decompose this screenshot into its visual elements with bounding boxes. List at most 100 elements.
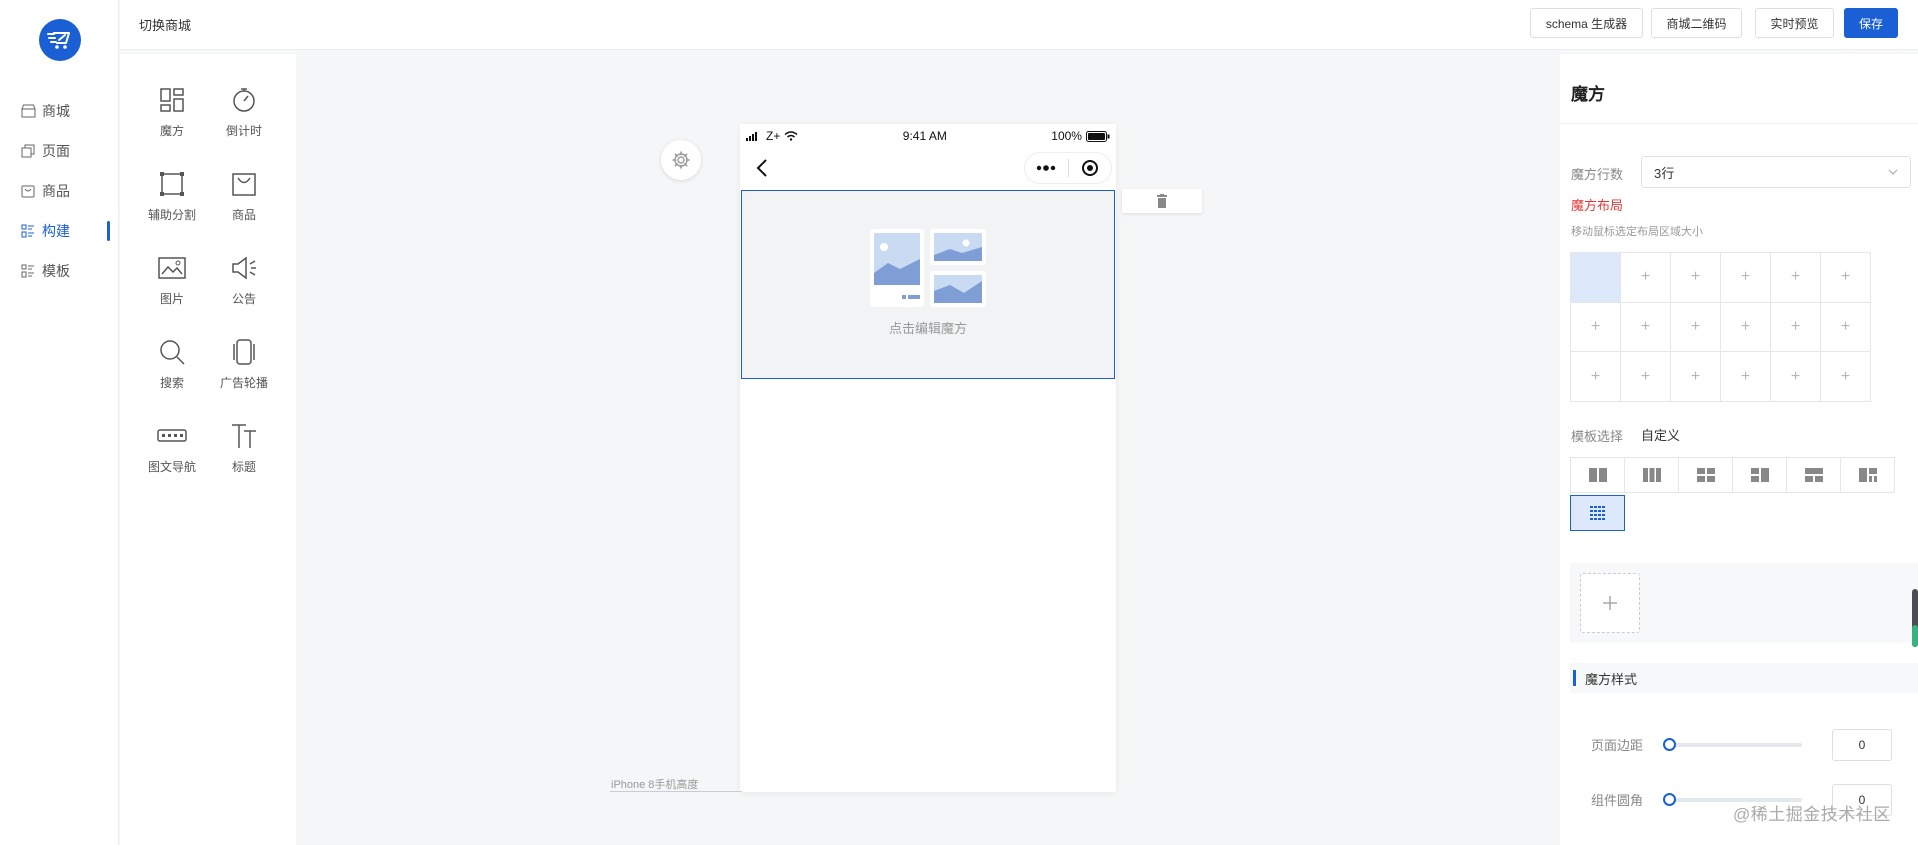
page-margin-input[interactable]: 0 — [1832, 729, 1892, 761]
switch-shop-link[interactable]: 切换商城 — [139, 15, 191, 34]
template-options — [1570, 457, 1895, 493]
schema-generator-button[interactable]: schema 生成器 — [1530, 8, 1643, 38]
cube-style-section: 魔方样式 — [1570, 663, 1918, 693]
grid-cell[interactable]: + — [1771, 253, 1821, 303]
component-label: 图片 — [159, 292, 184, 306]
record-circle-icon — [1081, 160, 1098, 176]
sidebar-item-store[interactable]: 商城 — [20, 99, 112, 123]
component-carousel[interactable]: 广告轮播 — [212, 334, 276, 404]
component-magic-cube[interactable]: 魔方 — [140, 82, 204, 152]
grid-cell-selected[interactable] — [1571, 253, 1621, 303]
template-top-one-bottom-two[interactable] — [1786, 457, 1841, 493]
mini-program-navbar — [740, 148, 1116, 188]
sidebar-item-pages[interactable]: 页面 — [20, 139, 112, 163]
panel-title: 魔方 — [1571, 85, 1605, 104]
template-custom[interactable] — [1570, 495, 1625, 531]
rows-select[interactable]: 3行 — [1641, 156, 1911, 188]
top-wide-grid-icon — [1804, 468, 1823, 482]
device-height-label: iPhone 8手机高度 — [611, 779, 699, 791]
corner-radius-slider-thumb[interactable] — [1663, 793, 1676, 806]
component-label: 标题 — [231, 460, 256, 474]
sidebar-item-templates[interactable]: 模板 — [20, 259, 112, 283]
template-three-columns[interactable] — [1624, 457, 1679, 493]
grid-cell[interactable]: + — [1721, 352, 1771, 402]
wifi-icon — [784, 131, 798, 141]
grid-cell[interactable]: + — [1771, 352, 1821, 402]
sidebar-item-label: 商城 — [42, 103, 70, 119]
rows-select-value: 3行 — [1654, 165, 1675, 181]
grid-cell[interactable]: + — [1621, 352, 1671, 402]
corner-radius-label: 组件圆角 — [1591, 793, 1644, 808]
grid-cell[interactable]: + — [1821, 352, 1871, 402]
grid-cell[interactable]: + — [1671, 253, 1721, 303]
pages-icon — [20, 143, 36, 159]
save-button[interactable]: 保存 — [1844, 8, 1898, 38]
grid-cell[interactable]: + — [1621, 253, 1671, 303]
panel-scrollbar[interactable] — [1912, 589, 1918, 647]
magic-cube-block[interactable]: 点击编辑魔方 — [741, 190, 1115, 379]
component-search[interactable]: 搜索 — [140, 334, 204, 404]
grid-cell[interactable]: + — [1821, 253, 1871, 303]
three-columns-icon — [1642, 468, 1661, 482]
more-menu-button[interactable] — [1025, 153, 1068, 183]
template-four-grid[interactable] — [1678, 457, 1733, 493]
component-label: 公告 — [231, 292, 256, 306]
component-label: 魔方 — [159, 124, 184, 138]
component-title[interactable]: 标题 — [212, 418, 276, 488]
battery-level: 100% — [1051, 129, 1082, 143]
component-countdown[interactable]: 倒计时 — [212, 82, 276, 152]
sidebar-item-goods[interactable]: 商品 — [20, 179, 112, 203]
left-sidebar: 商城 页面 商品 构建 模板 — [0, 0, 119, 845]
status-time: 9:41 AM — [902, 129, 947, 143]
magic-cube-placeholder-icon — [870, 229, 986, 307]
image-icon — [156, 252, 188, 284]
component-goods[interactable]: 商品 — [212, 166, 276, 236]
signal-icon — [746, 131, 757, 141]
build-icon — [20, 223, 36, 239]
search-icon — [156, 336, 188, 368]
component-notice[interactable]: 公告 — [212, 250, 276, 320]
component-image-nav[interactable]: 图文导航 — [140, 418, 204, 488]
shop-qrcode-button[interactable]: 商城二维码 — [1651, 8, 1742, 38]
page-settings-button[interactable] — [661, 140, 701, 180]
mixed-grid-icon — [1858, 468, 1877, 482]
layout-title: 魔方布局 — [1571, 198, 1624, 213]
custom-grid-icon — [1589, 506, 1605, 520]
megaphone-icon — [228, 252, 260, 284]
layout-grid: + + + + + + + + + + + + + + + + + — [1570, 252, 1871, 402]
grid-cell[interactable]: + — [1821, 302, 1871, 353]
close-mini-program-button[interactable] — [1069, 153, 1112, 183]
page-margin-label: 页面边距 — [1591, 738, 1644, 753]
template-one-left-three-right[interactable] — [1840, 457, 1895, 493]
grid-cell[interactable]: + — [1671, 302, 1721, 353]
grid-cell[interactable]: + — [1621, 302, 1671, 353]
page-margin-slider-thumb[interactable] — [1663, 738, 1676, 751]
grid-cell[interactable]: + — [1571, 352, 1621, 402]
layout-hint: 移动鼠标选定布局区域大小 — [1571, 226, 1703, 238]
component-divider[interactable]: 辅助分割 — [140, 166, 204, 236]
carousel-icon — [228, 336, 260, 368]
goods-icon — [20, 183, 36, 199]
back-arrow-icon[interactable] — [752, 157, 774, 179]
chevron-down-icon — [1888, 169, 1898, 175]
add-image-button[interactable] — [1580, 573, 1640, 633]
page-margin-slider[interactable] — [1663, 738, 1802, 751]
component-label: 倒计时 — [225, 124, 262, 138]
grid-cell[interactable]: + — [1721, 302, 1771, 353]
sidebar-item-label: 商品 — [42, 183, 70, 199]
grid-cell[interactable]: + — [1771, 302, 1821, 353]
component-label: 图文导航 — [147, 460, 196, 474]
grid-cell[interactable]: + — [1671, 352, 1721, 402]
battery-icon — [1085, 130, 1110, 142]
grid-cell[interactable]: + — [1571, 302, 1621, 353]
component-label: 搜索 — [159, 376, 184, 390]
delete-block-button[interactable] — [1122, 189, 1202, 213]
component-label: 商品 — [231, 208, 256, 222]
template-two-columns[interactable] — [1570, 457, 1625, 493]
component-image[interactable]: 图片 — [140, 250, 204, 320]
template-left-one-right-two[interactable] — [1732, 457, 1787, 493]
app-logo[interactable] — [39, 19, 81, 61]
grid-cell[interactable]: + — [1721, 253, 1771, 303]
live-preview-button[interactable]: 实时预览 — [1755, 8, 1834, 38]
sidebar-item-build[interactable]: 构建 — [20, 219, 112, 243]
